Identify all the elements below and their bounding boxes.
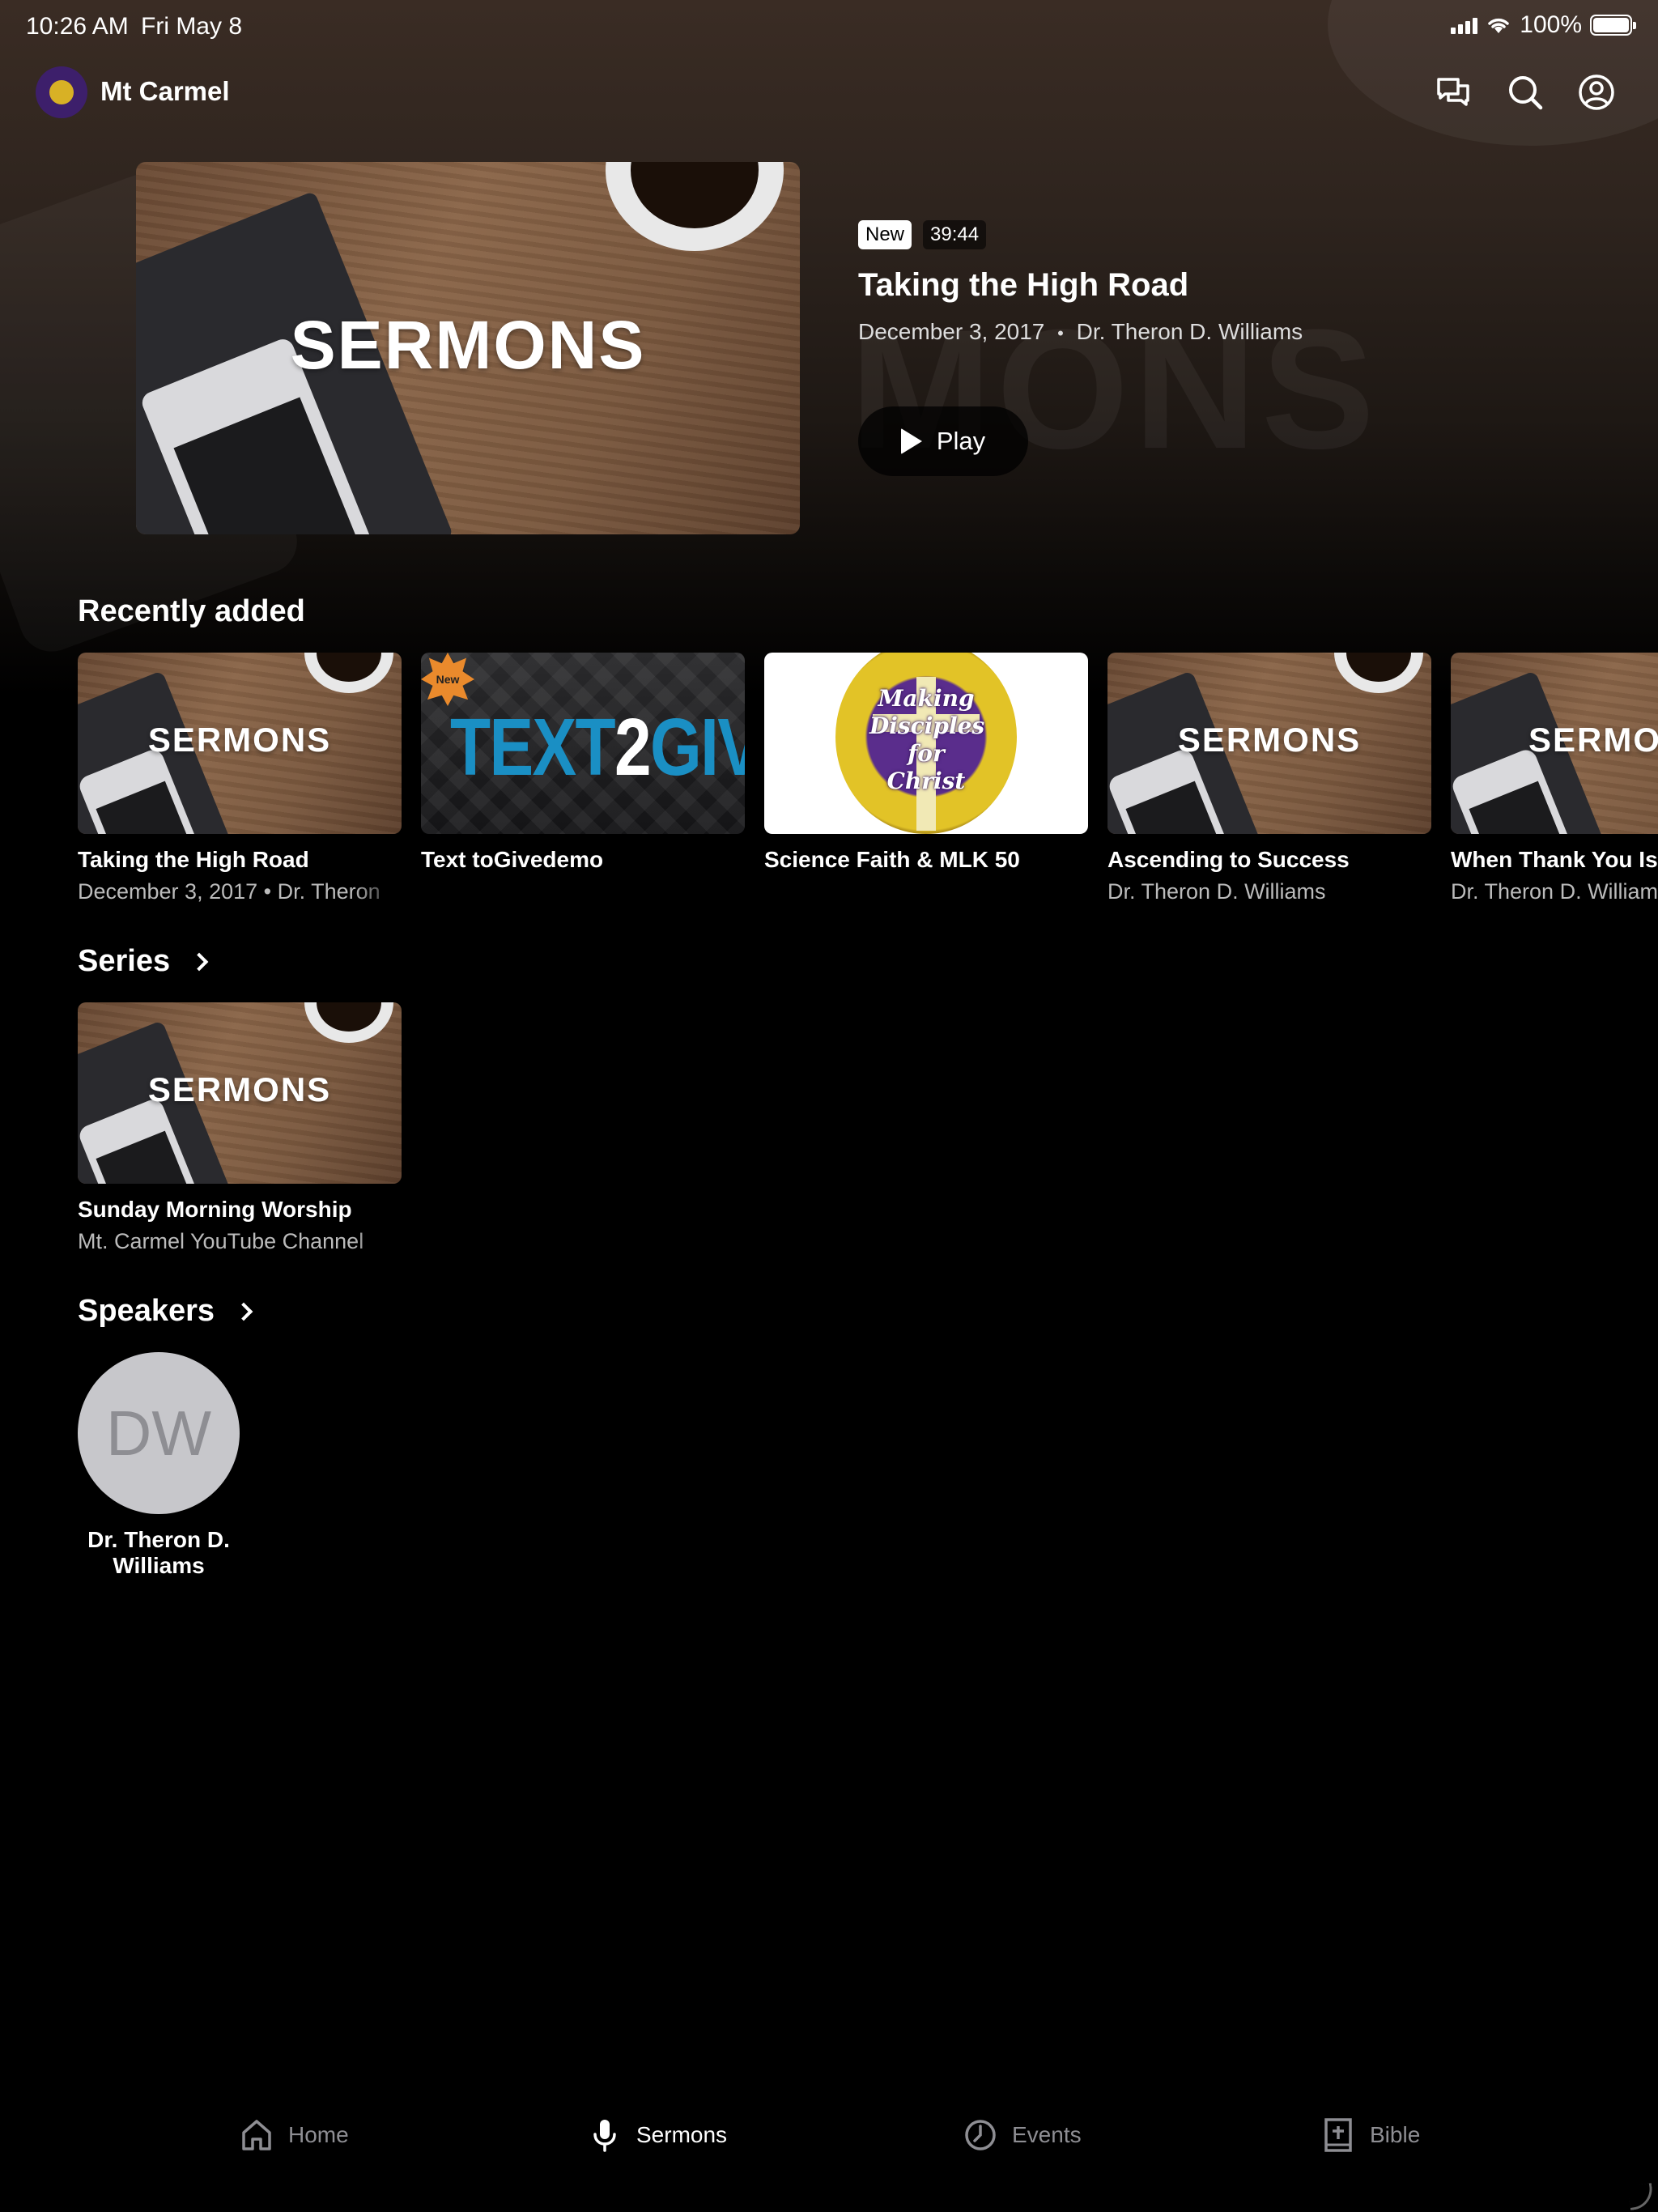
battery-percent: 100% [1520,11,1582,38]
thumbnail-label: SERMONS [147,1070,332,1108]
text2give-thumbnail: TEXT2GIVE New [421,653,745,834]
church-logo[interactable] [36,66,87,118]
recently-added-heading: Recently added [78,594,305,629]
messages-icon[interactable] [1434,73,1473,112]
tab-label: Sermons [636,2122,728,2147]
item-title: Sunday Morning Worship [78,1197,352,1222]
microphone-icon [593,2120,616,2152]
item-subtitle: Dr. Theron D. William [1451,879,1658,904]
hero-date: December 3, 2017 [858,319,1045,344]
item-title: When Thank You Is [1451,847,1658,872]
thumbnail-label: SERMONS [147,721,332,759]
search-icon[interactable] [1506,73,1545,112]
bible-icon [1324,2118,1352,2152]
tab-label: Home [288,2122,349,2147]
list-item[interactable]: SERMONS Sunday Morning Worship Mt. Carme… [78,1002,402,1254]
item-title: Taking the High Road [78,847,309,872]
meta-separator: • [1057,323,1064,343]
speakers-heading[interactable]: Speakers [78,1294,253,1329]
tab-label: Bible [1370,2122,1421,2147]
new-badge: New [858,220,912,249]
cellular-signal-icon [1451,16,1478,34]
item-subtitle: December 3, 2017 • Dr. Theron [78,879,380,904]
sermon-thumbnail: SERMO [1451,653,1658,834]
hero-badges: New 39:44 [858,220,987,249]
home-icon [242,2120,271,2150]
item-title: Science Faith & MLK 50 [764,847,1020,872]
app-title[interactable]: Mt Carmel [100,76,230,107]
text2give-wordmark: TEXT2GIVE [450,702,745,793]
item-title: Ascending to Success [1107,847,1350,872]
avatar: DW [78,1352,240,1514]
item-title: Text toGivedemo [421,847,604,872]
thumbnail-label: SERMO [1528,721,1658,759]
tab-events[interactable]: Events [963,2116,1082,2154]
tab-label: Events [1012,2122,1082,2147]
duration-badge: 39:44 [923,220,987,249]
chevron-right-icon [189,952,209,971]
play-icon [900,428,922,454]
status-time: 10:26 AM [26,13,129,40]
hero-title: Taking the High Road [858,267,1189,303]
tab-bar: Home Sermons Events Bible [0,2097,1658,2186]
battery-fill [1593,18,1629,32]
seal-text: Making Disciples for Christ [869,685,985,794]
clock-icon [965,2120,996,2150]
sermon-thumbnail: SERMONS [1107,653,1431,834]
battery-icon [1590,15,1636,36]
item-subtitle: Dr. Theron D. Williams [1107,879,1326,904]
logo-emblem [49,80,74,104]
speaker-item[interactable]: DW Dr. Theron D. Williams [78,1352,240,1579]
tab-sermons[interactable]: Sermons [588,2116,727,2154]
item-subtitle: Mt. Carmel YouTube Channel [78,1229,364,1253]
speaker-name: Dr. Theron D. Williams [87,1527,230,1578]
status-bar: 10:26 AM Fri May 8 100% [0,0,1658,52]
sermon-thumbnail: SERMONS [78,653,402,834]
thumbnail-label: SERMONS [1177,721,1362,759]
tab-home[interactable]: Home [240,2116,349,2154]
hero-thumbnail[interactable]: SERMONS [136,162,800,534]
resize-handle-icon [1627,2183,1655,2210]
play-label: Play [936,427,986,455]
hero-speaker: Dr. Theron D. Williams [1076,319,1303,344]
section-heading-label: Speakers [78,1294,215,1328]
series-thumbnail: SERMONS [78,1002,402,1184]
section-heading-label: Series [78,944,171,978]
wifi-icon [1488,18,1510,33]
section-heading-label: Recently added [78,594,305,628]
status-date: Fri May 8 [141,13,243,40]
hero-meta: December 3, 2017 • Dr. Theron D. William… [858,319,1303,345]
list-item[interactable]: SERMONS Taking the High Road December 3,… [78,653,402,904]
play-button[interactable]: Play [858,406,1028,476]
thumbnail-label: SERMONS [290,307,646,383]
account-icon[interactable] [1577,73,1616,112]
list-item[interactable]: TEXT2GIVE New Text toGivedemo [421,653,745,873]
list-item[interactable]: SERMO When Thank You Is Dr. Theron D. Wi… [1451,653,1658,904]
church-seal-thumbnail: Making Disciples for Christ [764,653,1088,834]
series-heading[interactable]: Series [78,944,209,979]
list-item[interactable]: SERMONS Ascending to Success Dr. Theron … [1107,653,1431,904]
tab-bible[interactable]: Bible [1321,2116,1420,2154]
status-right: 100% [1451,11,1636,39]
chevron-right-icon [234,1302,253,1321]
list-item[interactable]: Making Disciples for Christ Science Fait… [764,653,1088,873]
